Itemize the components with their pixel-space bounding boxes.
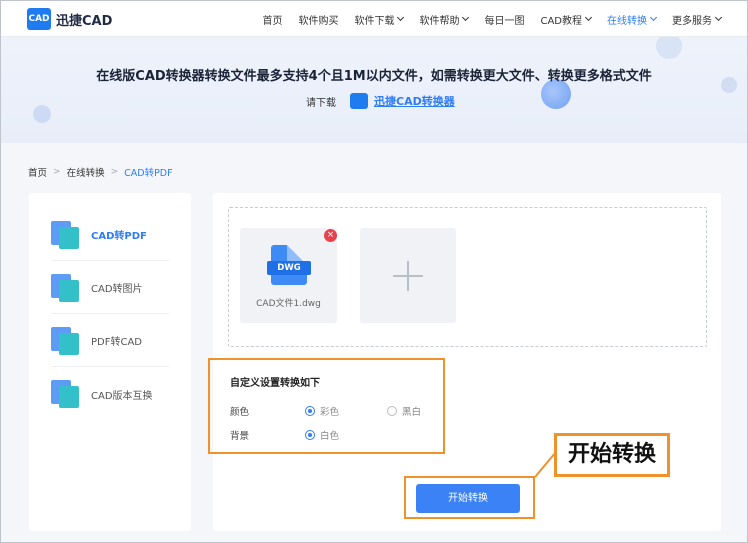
uploaded-file-card: DWG CAD文件1.dwg (240, 228, 337, 323)
cad-to-pdf-icon (51, 220, 79, 249)
cad-to-image-icon (51, 273, 79, 302)
chevron-down-icon (462, 13, 470, 22)
add-file-button[interactable] (360, 228, 456, 323)
sidebar-item-label: CAD转图片 (91, 284, 143, 295)
chevron-down-icon (649, 13, 658, 22)
nav-label: 在线转换 (607, 15, 647, 27)
breadcrumb: 首页 > 在线转换 > CAD转PDF (28, 165, 173, 179)
top-navigation-bar: CAD 迅捷CAD 首页 软件购买 软件下载 软件帮助 每日一图 CAD教程 在… (1, 1, 747, 37)
dwg-file-icon: DWG (267, 245, 311, 285)
breadcrumb-current: CAD转PDF (124, 168, 173, 179)
remove-file-button[interactable]: × (324, 229, 337, 242)
pdf-to-cad-icon (51, 326, 79, 355)
nav-label: 软件购买 (298, 15, 339, 27)
site-logo[interactable]: CAD 迅捷CAD (27, 8, 112, 30)
background-option-white: 白色 (320, 431, 340, 442)
nav-item-purchase[interactable]: 软件购买 (298, 12, 338, 27)
nav-item-more-services[interactable]: 更多服务 (672, 12, 723, 27)
settings-title: 自定义设置转换如下 (230, 378, 320, 389)
logo-text: 迅捷CAD (56, 13, 113, 29)
chevron-right-icon: > (53, 167, 61, 177)
color-option-full-color: 彩色 (320, 407, 340, 418)
sidebar-item-label: CAD转PDF (91, 231, 147, 242)
color-radio-full-color[interactable] (305, 406, 315, 416)
start-conversion-button[interactable]: 开始转换 (416, 484, 520, 513)
background-radio-white[interactable] (305, 430, 315, 440)
color-option-label: 颜色 (230, 407, 250, 418)
color-radio-black-white[interactable] (387, 406, 397, 416)
sidebar-item-label: PDF转CAD (91, 337, 143, 348)
nav-label: 软件下载 (354, 15, 395, 27)
cad-logo-icon: CAD (27, 8, 51, 30)
sidebar-item-cad-to-pdf[interactable]: CAD转PDF (51, 209, 169, 261)
nav-label: 首页 (262, 15, 283, 27)
chevron-down-icon (714, 13, 723, 22)
cad-version-convert-icon (51, 380, 79, 408)
download-converter-link[interactable]: 迅捷CAD转换器 (374, 93, 455, 109)
chevron-right-icon: > (110, 167, 119, 177)
nav-label: 更多服务 (672, 15, 712, 27)
start-conversion-callout: 开始转换 (554, 433, 670, 477)
chevron-down-icon (584, 13, 593, 22)
sidebar-item-label: CAD版本互换 (91, 390, 153, 402)
color-option-black-white: 黑白 (402, 407, 422, 418)
plus-icon (407, 261, 409, 291)
breadcrumb-section[interactable]: 在线转换 (67, 165, 105, 179)
file-type-tag: DWG (267, 261, 311, 275)
nav-label: 软件帮助 (419, 15, 460, 27)
nav-item-online-convert[interactable]: 在线转换 (607, 12, 658, 27)
breadcrumb-home[interactable]: 首页 (28, 165, 47, 179)
nav-label: 每日一图 (484, 15, 525, 27)
nav-item-daily-drawing[interactable]: 每日一图 (484, 12, 524, 27)
nav-item-tutorials[interactable]: CAD教程 (540, 12, 593, 27)
banner-title: 在线版CAD转换器转换文件最多支持4个且1M以内文件，如需转换更大文件、转换更多… (96, 69, 652, 84)
main-nav: 首页 软件购买 软件下载 软件帮助 每日一图 CAD教程 在线转换 更多服务 (246, 1, 723, 37)
download-prompt: 请下载 迅捷CAD转换器 (306, 93, 455, 109)
nav-item-home[interactable]: 首页 (262, 12, 282, 27)
converter-app-icon (350, 93, 368, 109)
nav-item-help[interactable]: 软件帮助 (419, 12, 470, 27)
download-prefix: 请下载 (306, 97, 336, 109)
sidebar-item-pdf-to-cad[interactable]: PDF转CAD (51, 315, 169, 367)
conversion-type-sidebar: CAD转PDF CAD转图片 PDF转CAD CAD版本互换 (29, 193, 191, 531)
decorative-bubble (656, 37, 682, 59)
background-option-label: 背景 (230, 431, 250, 442)
file-name: CAD文件1.dwg (256, 299, 321, 309)
decorative-bubble (33, 105, 51, 123)
sidebar-item-cad-version-convert[interactable]: CAD版本互换 (51, 368, 169, 420)
sidebar-item-cad-to-image[interactable]: CAD转图片 (51, 262, 169, 314)
nav-label: CAD教程 (540, 15, 582, 27)
chevron-down-icon (397, 13, 405, 22)
nav-item-download[interactable]: 软件下载 (354, 12, 405, 27)
promo-banner: 在线版CAD转换器转换文件最多支持4个且1M以内文件，如需转换更大文件、转换更多… (1, 37, 747, 143)
custom-settings-box: 自定义设置转换如下 颜色 彩色 黑白 背景 白色 (208, 358, 445, 454)
